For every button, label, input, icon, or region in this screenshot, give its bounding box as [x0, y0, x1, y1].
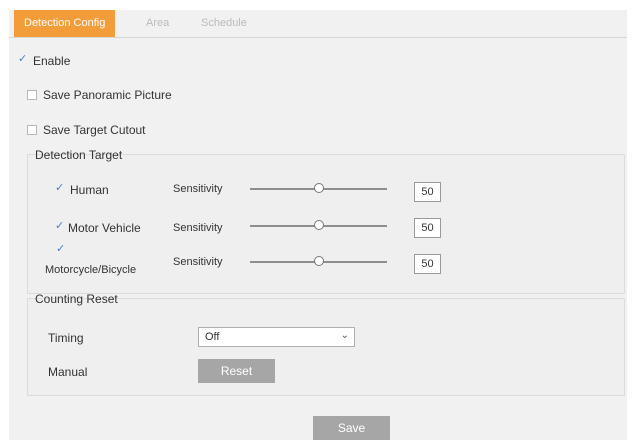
chevron-down-icon: ⌄	[340, 330, 349, 341]
counting-reset-title: Counting Reset	[35, 292, 118, 306]
tab-detection-config[interactable]: Detection Config	[14, 10, 116, 37]
manual-label: Manual	[48, 365, 88, 379]
motorcycle-bicycle-checkbox[interactable]	[55, 242, 65, 256]
config-panel: Detection Config Area Schedule Enable Sa…	[9, 10, 627, 440]
slider-thumb[interactable]	[314, 256, 324, 266]
save-target-checkbox[interactable]: Save Target Cutout	[27, 123, 146, 137]
checkbox-box	[27, 125, 37, 135]
save-panoramic-checkbox[interactable]: Save Panoramic Picture	[27, 88, 172, 102]
human-sensitivity-value[interactable]: 50	[414, 182, 441, 202]
check-icon	[17, 52, 27, 66]
human-label: Human	[70, 183, 109, 197]
timing-select-value: Off	[205, 331, 220, 343]
tab-bar: Detection Config Area Schedule	[9, 10, 627, 38]
motor-vehicle-sensitivity-value[interactable]: 50	[414, 218, 441, 238]
motor-vehicle-checkbox[interactable]: Motor Vehicle	[54, 219, 141, 235]
human-checkbox[interactable]: Human	[54, 181, 109, 197]
enable-label: Enable	[33, 54, 71, 68]
motorcycle-bicycle-sensitivity-slider[interactable]	[250, 256, 387, 268]
reset-button[interactable]: Reset	[198, 359, 275, 383]
save-button[interactable]: Save	[313, 416, 390, 440]
timing-select[interactable]: Off ⌄	[198, 327, 355, 347]
checkbox-box	[27, 90, 37, 100]
sensitivity-label: Sensitivity	[173, 222, 223, 234]
tab-area[interactable]: Area	[146, 10, 169, 37]
detection-target-title: Detection Target	[35, 148, 123, 162]
motor-vehicle-label: Motor Vehicle	[68, 221, 141, 235]
check-icon	[54, 181, 64, 195]
check-icon	[55, 242, 65, 256]
tab-schedule[interactable]: Schedule	[201, 10, 247, 37]
sensitivity-label: Sensitivity	[173, 256, 223, 268]
slider-thumb[interactable]	[314, 183, 324, 193]
motor-vehicle-sensitivity-slider[interactable]	[250, 220, 387, 232]
motorcycle-bicycle-label: Motorcycle/Bicycle	[45, 264, 137, 276]
save-target-label: Save Target Cutout	[43, 123, 146, 137]
timing-label: Timing	[48, 331, 84, 345]
counting-reset-group	[27, 298, 625, 396]
human-sensitivity-slider[interactable]	[250, 183, 387, 195]
save-panoramic-label: Save Panoramic Picture	[43, 88, 172, 102]
motorcycle-bicycle-sensitivity-value[interactable]: 50	[414, 254, 441, 274]
enable-checkbox[interactable]: Enable	[17, 52, 71, 68]
sensitivity-label: Sensitivity	[173, 183, 223, 195]
slider-thumb[interactable]	[314, 220, 324, 230]
check-icon	[54, 219, 64, 233]
